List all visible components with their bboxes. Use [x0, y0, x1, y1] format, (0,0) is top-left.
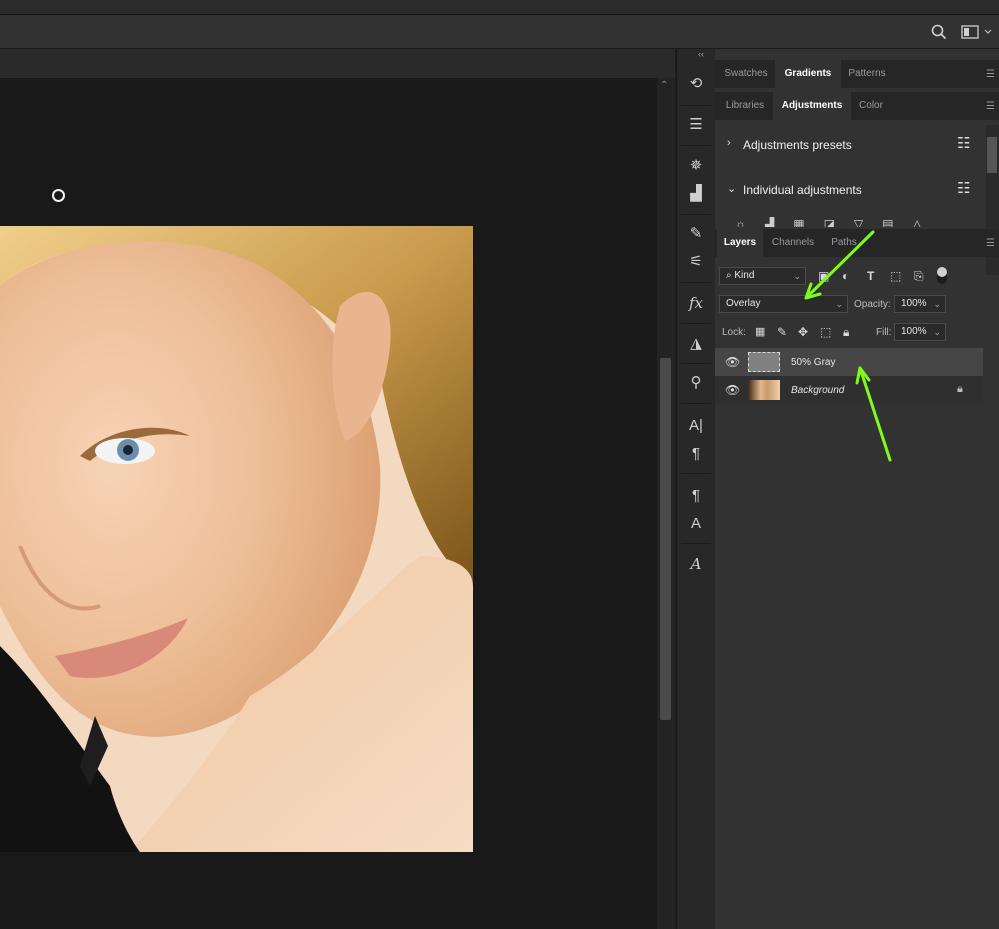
annotation-arrows: [804, 230, 892, 462]
annotation-arrow-gray-layer: [859, 369, 892, 462]
annotation-arrow-blend-mode: [807, 230, 875, 297]
